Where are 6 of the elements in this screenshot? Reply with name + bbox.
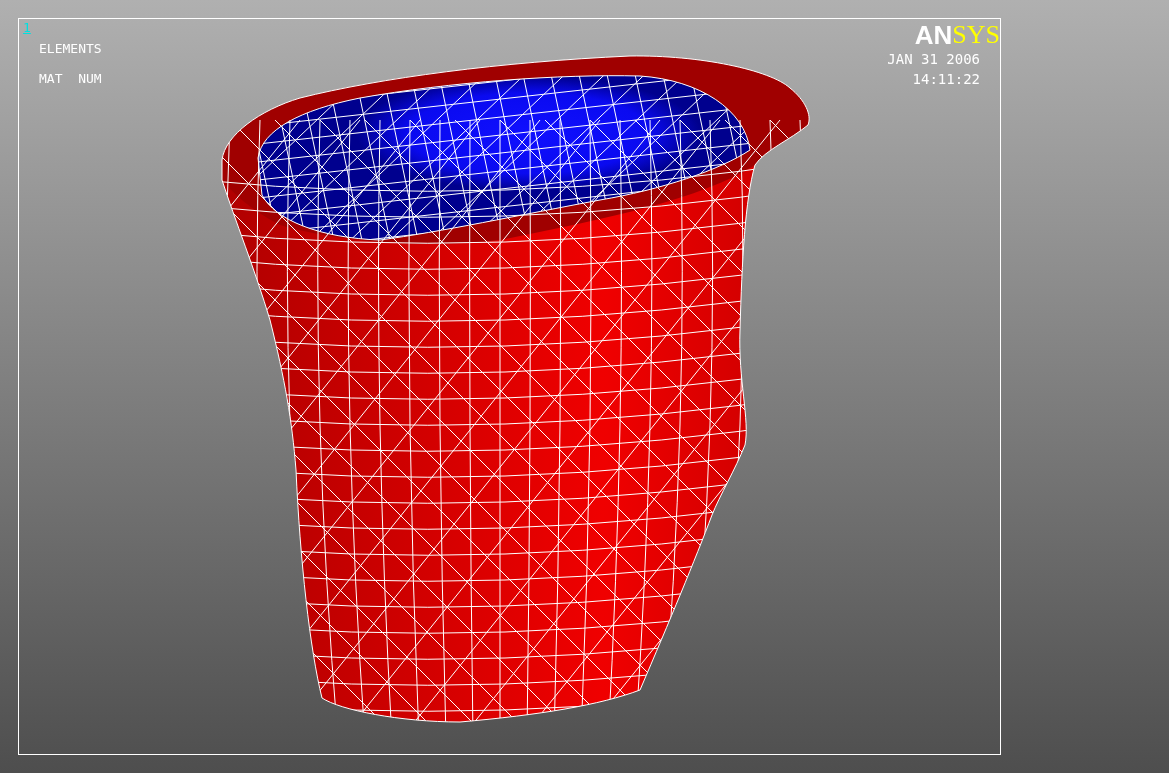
date-label: JAN 31 2006 xyxy=(887,50,980,69)
time-label: 14:11:22 xyxy=(912,70,980,89)
legend-label: ELEMENTS xyxy=(39,41,102,57)
legend-label: MAT NUM xyxy=(39,71,102,87)
logo: ANSYS xyxy=(914,21,1000,49)
window-number: 1 xyxy=(23,21,31,35)
